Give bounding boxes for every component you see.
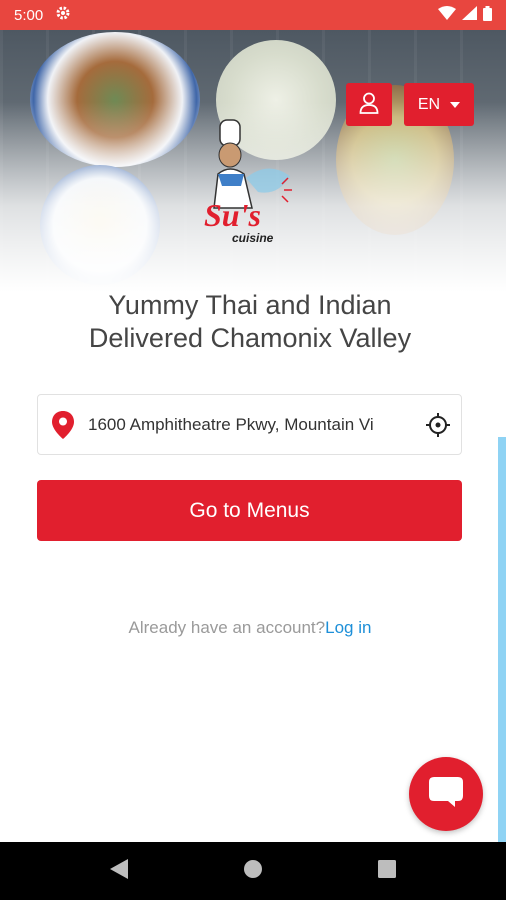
recents-icon[interactable] — [378, 859, 396, 883]
login-prompt: Already have an account?Log in — [0, 618, 500, 638]
battery-icon — [483, 5, 492, 25]
user-icon — [359, 92, 379, 117]
status-time: 5:00 — [14, 6, 44, 24]
logo-text: Su's — [204, 197, 261, 233]
language-label: EN — [417, 95, 441, 113]
scrollbar[interactable] — [498, 437, 506, 842]
logo-subtext: cuisine — [232, 231, 274, 245]
home-icon[interactable] — [243, 859, 263, 884]
login-link[interactable]: Log in — [325, 618, 371, 637]
signal-icon — [462, 6, 477, 24]
crosshair-icon[interactable] — [415, 412, 461, 438]
language-selector[interactable]: EN — [404, 83, 474, 126]
address-field[interactable] — [37, 394, 462, 455]
wifi-icon — [438, 6, 456, 24]
chat-button[interactable] — [409, 757, 483, 831]
address-input[interactable] — [88, 414, 415, 435]
title-line-2: Delivered Chamonix Valley — [88, 323, 412, 353]
chevron-down-icon — [450, 101, 461, 108]
system-nav-bar — [0, 842, 506, 900]
back-icon[interactable] — [110, 858, 128, 884]
title-line-1: Yummy Thai and Indian — [108, 290, 392, 320]
chat-icon — [429, 776, 463, 812]
login-prompt-text: Already have an account? — [128, 618, 326, 637]
settings-icon — [55, 5, 71, 25]
brand-logo: Su's cuisine — [198, 118, 304, 248]
go-to-menus-button[interactable]: Go to Menus — [37, 480, 462, 541]
page-title: Yummy Thai and Indian Delivered Chamonix… — [0, 289, 500, 355]
account-button[interactable] — [346, 83, 392, 126]
status-bar: 5:00 — [0, 0, 506, 30]
map-pin-icon — [38, 410, 88, 439]
